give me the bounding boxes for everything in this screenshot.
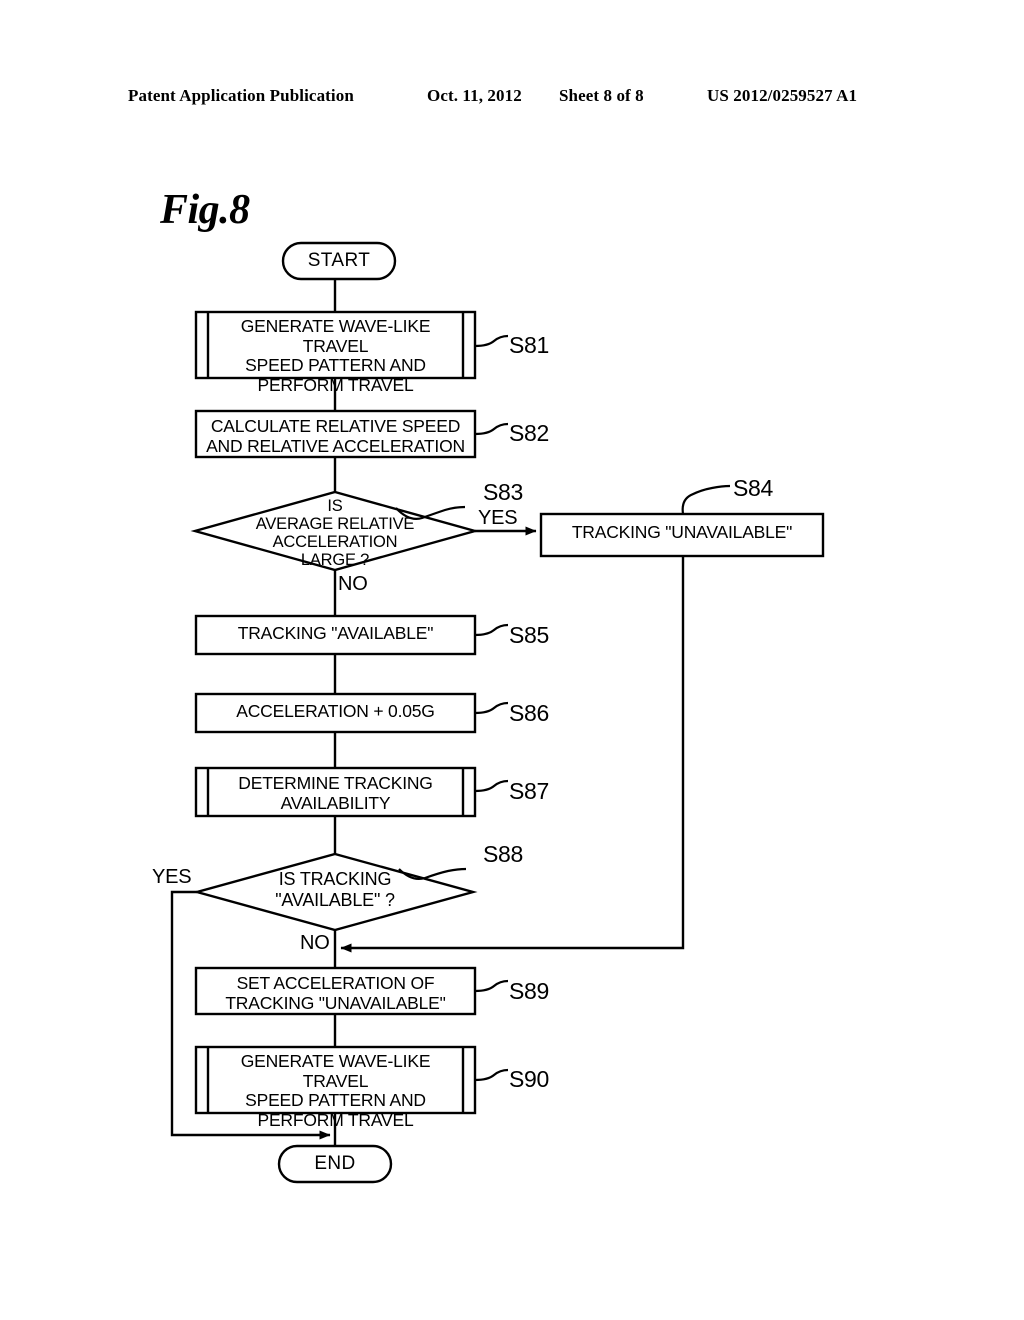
s85-step-tag: S85 xyxy=(509,622,550,648)
s83-label: IS AVERAGE RELATIVE ACCELERATION LARGE ? xyxy=(255,497,415,569)
start-terminal-label: START xyxy=(307,250,371,271)
s81-label: GENERATE WAVE-LIKE TRAVEL SPEED PATTERN … xyxy=(240,316,431,395)
s82-leader xyxy=(474,422,509,436)
s85-leader xyxy=(474,623,509,637)
s81-leader xyxy=(474,334,509,348)
s83-step-tag: S83 xyxy=(483,479,524,505)
s84-leader xyxy=(681,484,731,515)
s83-yes-label: YES xyxy=(478,507,518,529)
s90-label: GENERATE WAVE-LIKE TRAVEL SPEED PATTERN … xyxy=(240,1051,431,1130)
s88-label: IS TRACKING "AVAILABLE" ? xyxy=(275,869,395,910)
s84-step-tag: S84 xyxy=(733,475,774,501)
s84-label: TRACKING "UNAVAILABLE" xyxy=(571,522,793,542)
s82-label: CALCULATE RELATIVE SPEED AND RELATIVE AC… xyxy=(206,416,465,456)
s83-no-label: NO xyxy=(338,573,368,595)
s88-yes-label: YES xyxy=(152,866,192,888)
s87-label: DETERMINE TRACKING AVAILABILITY xyxy=(238,773,433,813)
s86-step-tag: S86 xyxy=(509,700,550,726)
s88-no-label: NO xyxy=(300,932,330,954)
s85-label: TRACKING "AVAILABLE" xyxy=(237,623,434,643)
s87-step-tag: S87 xyxy=(509,778,550,804)
s87-leader xyxy=(474,779,509,793)
s89-step-tag: S89 xyxy=(509,978,550,1004)
s89-label: SET ACCELERATION OF TRACKING "UNAVAILABL… xyxy=(225,973,446,1013)
s86-leader xyxy=(474,701,509,715)
s90-leader xyxy=(474,1068,509,1082)
s81-step-tag: S81 xyxy=(509,332,550,358)
s82-step-tag: S82 xyxy=(509,420,550,446)
flowchart-diagram xyxy=(170,241,825,1184)
s90-step-tag: S90 xyxy=(509,1066,550,1092)
end-terminal-label: END xyxy=(314,1153,356,1174)
s88-step-tag: S88 xyxy=(483,841,524,867)
s86-label: ACCELERATION + 0.05G xyxy=(236,701,435,721)
